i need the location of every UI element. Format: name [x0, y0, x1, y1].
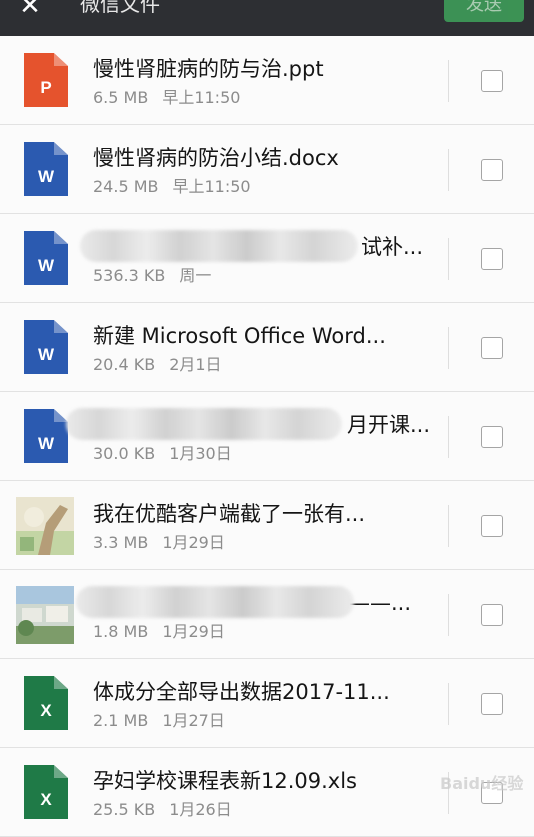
file-meta: 25.5 KB 1月26日 [93, 800, 232, 820]
file-row[interactable]: X 体成分全部导出数据2017-11... 2.1 MB 1月27日 [0, 659, 534, 748]
file-size: 536.3 KB [93, 266, 166, 285]
redacted-name [66, 408, 342, 440]
excel-file-icon: X [24, 676, 68, 730]
file-name: 体成分全部导出数据2017-11... [93, 680, 390, 704]
divider [448, 505, 449, 547]
file-size: 20.4 KB [93, 355, 156, 374]
file-date: 早上11:50 [162, 88, 241, 107]
divider [448, 327, 449, 369]
select-checkbox[interactable] [481, 159, 503, 181]
word-file-icon: W [24, 320, 68, 374]
file-row[interactable]: W 月开课... 30.0 KB 1月30日 [0, 392, 534, 481]
file-name: 慢性肾脏病的防与治.ppt [93, 57, 324, 81]
image-thumbnail [16, 586, 74, 644]
file-row[interactable]: ——... 1.8 MB 1月29日 [0, 570, 534, 659]
file-meta: 1.8 MB 1月29日 [93, 622, 225, 642]
file-date: 1月29日 [162, 622, 225, 641]
file-name: 我在优酷客户端截了一张有... [93, 502, 366, 526]
file-size: 2.1 MB [93, 711, 149, 730]
file-meta: 30.0 KB 1月30日 [93, 444, 232, 464]
divider [448, 594, 449, 636]
divider [448, 60, 449, 102]
select-checkbox[interactable] [481, 248, 503, 270]
file-list: P 慢性肾脏病的防与治.ppt 6.5 MB 早上11:50 W 慢性肾病的防治小… [0, 36, 534, 837]
file-row[interactable]: W 试补... 536.3 KB 周一 [0, 214, 534, 303]
file-row[interactable]: P 慢性肾脏病的防与治.ppt 6.5 MB 早上11:50 [0, 36, 534, 125]
divider [448, 149, 449, 191]
image-thumbnail [16, 497, 74, 555]
file-meta: 3.3 MB 1月29日 [93, 533, 225, 553]
divider [448, 238, 449, 280]
select-checkbox[interactable] [481, 604, 503, 626]
file-date: 早上11:50 [172, 177, 251, 196]
file-date: 1月30日 [169, 444, 232, 463]
file-date: 1月29日 [162, 533, 225, 552]
select-checkbox[interactable] [481, 337, 503, 359]
file-name: 孕妇学校课程表新12.09.xls [93, 769, 357, 793]
file-date: 周一 [179, 266, 212, 285]
page-title: 微信文件 [80, 0, 160, 16]
file-size: 1.8 MB [93, 622, 149, 641]
file-meta: 2.1 MB 1月27日 [93, 711, 225, 731]
word-file-icon: W [24, 231, 68, 285]
file-name: 新建 Microsoft Office Word... [93, 324, 386, 348]
divider [448, 416, 449, 458]
file-date: 2月1日 [169, 355, 222, 374]
file-row[interactable]: W 慢性肾病的防治小结.docx 24.5 MB 早上11:50 [0, 125, 534, 214]
file-size: 3.3 MB [93, 533, 149, 552]
file-row[interactable]: W 新建 Microsoft Office Word... 20.4 KB 2月1… [0, 303, 534, 392]
select-checkbox[interactable] [481, 70, 503, 92]
file-size: 25.5 KB [93, 800, 156, 819]
select-checkbox[interactable] [481, 426, 503, 448]
ppt-file-icon: P [24, 53, 68, 107]
watermark: Baidu经验 [440, 774, 524, 793]
file-meta: 6.5 MB 早上11:50 [93, 88, 240, 108]
divider [448, 683, 449, 725]
redacted-name [80, 230, 358, 262]
excel-file-icon: X [24, 765, 68, 819]
file-size: 6.5 MB [93, 88, 149, 107]
word-file-icon: W [24, 142, 68, 196]
file-size: 24.5 MB [93, 177, 159, 196]
select-checkbox[interactable] [481, 515, 503, 537]
file-date: 1月27日 [162, 711, 225, 730]
file-date: 1月26日 [169, 800, 232, 819]
file-row[interactable]: 我在优酷客户端截了一张有... 3.3 MB 1月29日 [0, 481, 534, 570]
redacted-name [76, 586, 354, 618]
file-meta: 536.3 KB 周一 [93, 266, 211, 286]
file-name: 慢性肾病的防治小结.docx [93, 146, 339, 170]
title-bar: ✕ 微信文件 发送 [0, 0, 534, 36]
send-button[interactable]: 发送 [444, 0, 524, 22]
select-checkbox[interactable] [481, 693, 503, 715]
close-button[interactable]: ✕ [14, 0, 46, 20]
file-meta: 24.5 MB 早上11:50 [93, 177, 251, 197]
file-meta: 20.4 KB 2月1日 [93, 355, 222, 375]
file-size: 30.0 KB [93, 444, 156, 463]
word-file-icon: W [24, 409, 68, 463]
